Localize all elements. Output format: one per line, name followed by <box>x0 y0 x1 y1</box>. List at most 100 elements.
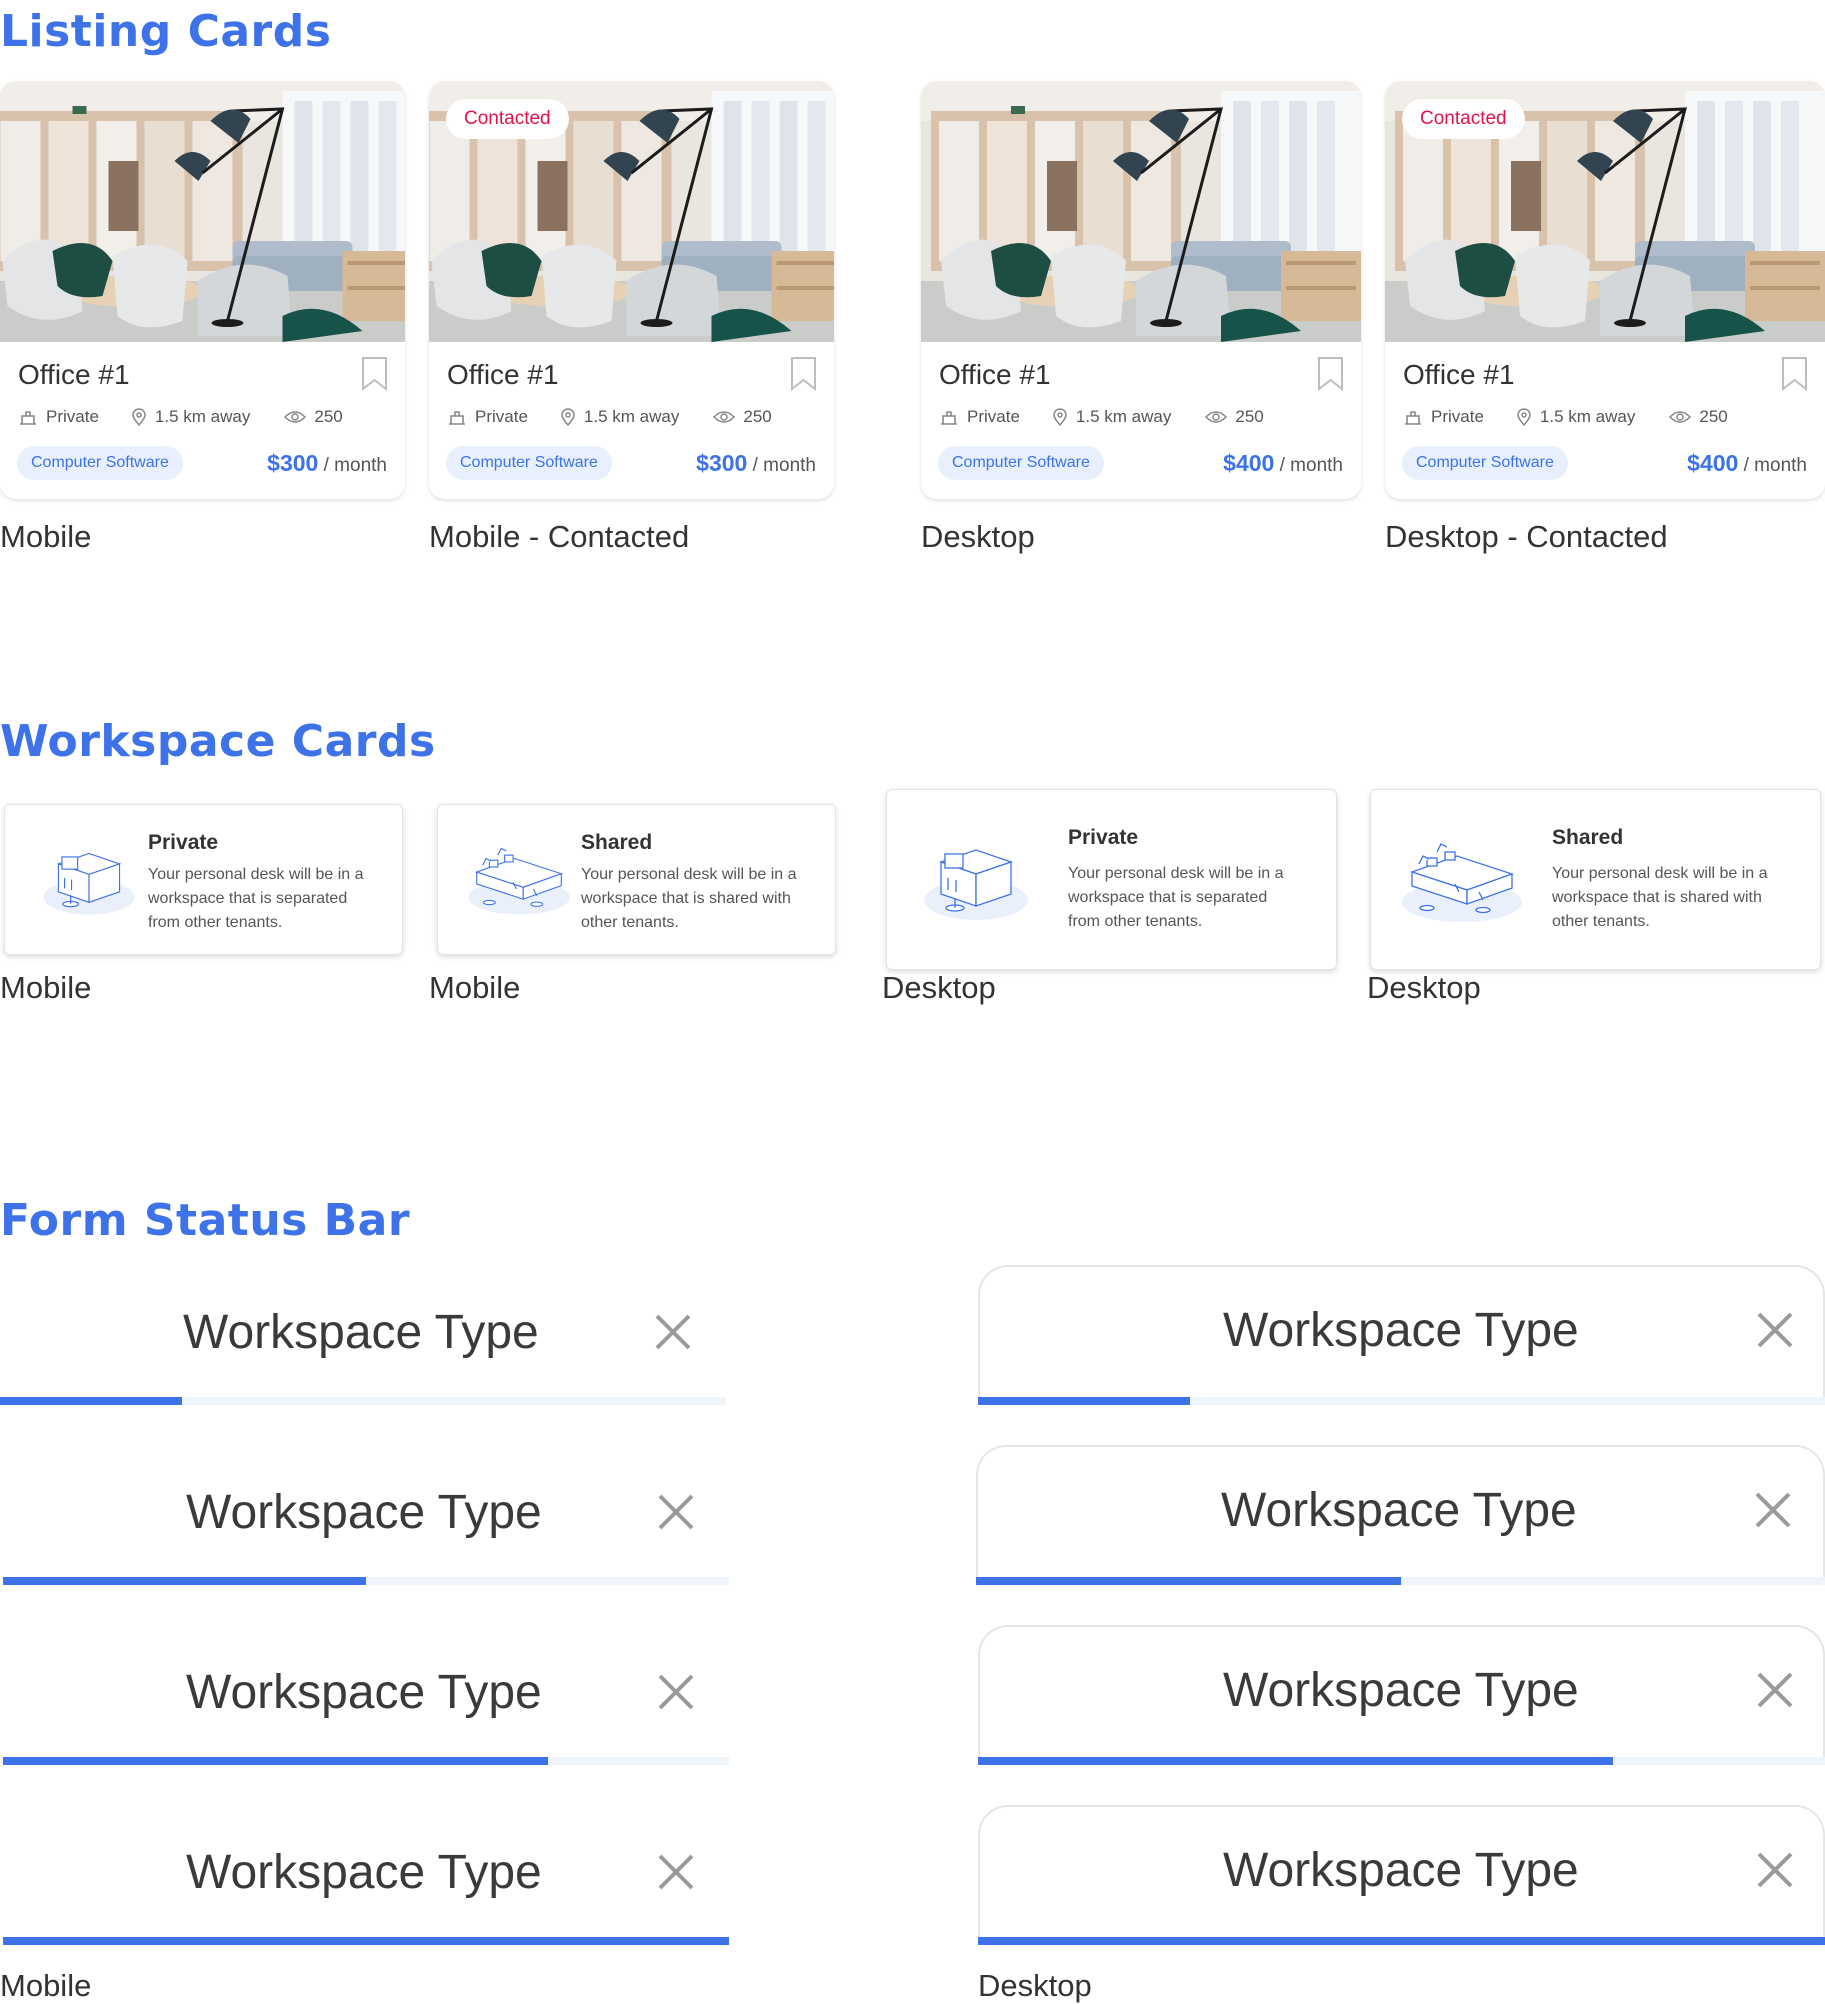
description-line: from other tenants. <box>148 914 283 931</box>
description-line: Your personal desk will be in a <box>581 866 797 883</box>
workspace-title: Shared <box>581 831 653 854</box>
listing-card[interactable]: Contacted Office #1 Private 1.5 km away … <box>429 81 834 499</box>
close-icon[interactable] <box>1756 1311 1794 1349</box>
listing-distance: 1.5 km away <box>1075 407 1172 426</box>
workspace-title: Shared <box>1552 826 1624 849</box>
progress-fill <box>978 1757 1614 1765</box>
location-pin-icon <box>1517 408 1531 426</box>
listing-title: Office #1 <box>1403 359 1515 390</box>
listing-views: 250 <box>1235 407 1264 426</box>
progress-fill <box>3 1577 366 1585</box>
progress-track <box>978 1757 1825 1765</box>
workspace-title: Private <box>148 831 219 854</box>
status-bar-title: Workspace Type <box>1221 1484 1577 1537</box>
bookmark-icon[interactable] <box>361 356 388 392</box>
close-icon[interactable] <box>657 1853 695 1891</box>
building-icon <box>1405 411 1421 425</box>
form-status-bar-heading: Form Status Bar <box>0 1195 411 1246</box>
close-icon[interactable] <box>657 1493 695 1531</box>
shared-desks-illustration-icon <box>464 839 574 917</box>
close-icon[interactable] <box>1756 1671 1794 1709</box>
bookmark-icon[interactable] <box>1781 356 1808 392</box>
listing-card[interactable]: Contacted Office #1 Private 1.5 km away … <box>1385 81 1825 499</box>
listing-views: 250 <box>1699 407 1728 426</box>
listing-meta: Private 1.5 km away 250 <box>1403 407 1728 427</box>
price-amount: $400 <box>1687 450 1739 476</box>
description-line: workspace that is shared with <box>1552 889 1762 906</box>
listing-caption: Mobile <box>0 519 92 554</box>
listing-card[interactable]: Office #1 Private 1.5 km away 250 Comput… <box>921 81 1361 499</box>
listing-type: Private <box>967 407 1020 426</box>
status-bar-title: Workspace Type <box>186 1666 542 1719</box>
progress-fill <box>3 1757 548 1765</box>
listing-card[interactable]: Office #1 Private 1.5 km away 250 Comput… <box>0 81 405 499</box>
status-caption: Mobile <box>0 1968 92 2003</box>
description-line: other tenants. <box>581 914 679 931</box>
office-photo <box>921 81 1361 342</box>
workspace-card-shared[interactable]: Shared Your personal desk will be in a w… <box>437 804 836 955</box>
shared-desks-illustration-icon <box>1397 834 1527 924</box>
office-photo <box>0 81 405 342</box>
status-bar-desktop: Workspace Type <box>978 1805 1825 1945</box>
listing-title: Office #1 <box>939 359 1051 390</box>
category-chip: Computer Software <box>17 446 183 480</box>
progress-fill <box>978 1397 1190 1405</box>
progress-fill <box>978 1937 1825 1945</box>
workspace-card-shared[interactable]: Shared Your personal desk will be in a w… <box>1370 789 1821 970</box>
workspace-title: Private <box>1068 826 1139 849</box>
listing-type: Private <box>1431 407 1484 426</box>
close-icon[interactable] <box>657 1673 695 1711</box>
eye-icon <box>284 411 307 423</box>
listing-cards-heading: Listing Cards <box>0 6 332 57</box>
listing-caption: Mobile - Contacted <box>429 519 690 554</box>
description-line: workspace that is shared with <box>581 890 791 907</box>
listing-title: Office #1 <box>18 359 130 390</box>
listing-price: $300 / month <box>267 450 387 477</box>
eye-icon <box>713 411 736 423</box>
workspace-card-private[interactable]: Private Your personal desk will be in a … <box>4 804 403 955</box>
workspace-caption: Mobile <box>429 970 521 1005</box>
close-icon[interactable] <box>1754 1491 1792 1529</box>
bookmark-icon[interactable] <box>1317 356 1344 392</box>
listing-caption: Desktop <box>921 519 1035 554</box>
close-icon[interactable] <box>1756 1851 1794 1889</box>
location-pin-icon <box>1053 408 1067 426</box>
listing-views: 250 <box>743 407 772 426</box>
location-pin-icon <box>132 408 146 426</box>
description-line: Your personal desk will be in a <box>148 866 364 883</box>
close-icon[interactable] <box>654 1313 692 1351</box>
status-bar-mobile: Workspace Type <box>0 1295 726 1405</box>
workspace-card-private[interactable]: Private Your personal desk will be in a … <box>886 789 1337 970</box>
bookmark-icon[interactable] <box>790 356 817 392</box>
price-period: / month <box>1279 455 1343 476</box>
progress-track <box>978 1937 1825 1945</box>
contacted-badge: Contacted <box>1402 99 1525 139</box>
category-chip: Computer Software <box>446 446 612 480</box>
listing-price: $400 / month <box>1223 450 1343 477</box>
progress-fill <box>3 1937 729 1945</box>
price-amount: $300 <box>696 450 748 476</box>
description-line: from other tenants. <box>1068 913 1203 930</box>
price-period: / month <box>323 455 387 476</box>
category-chip: Computer Software <box>1402 446 1568 480</box>
workspace-description: Your personal desk will be in a workspac… <box>148 863 393 935</box>
building-icon <box>449 411 465 425</box>
workspace-description: Your personal desk will be in a workspac… <box>1552 862 1807 934</box>
progress-track <box>976 1577 1825 1585</box>
workspace-caption: Mobile <box>0 970 92 1005</box>
workspace-caption: Desktop <box>1367 970 1481 1005</box>
progress-track <box>0 1397 726 1405</box>
price-period: / month <box>752 455 816 476</box>
status-bar-mobile: Workspace Type <box>3 1475 729 1585</box>
location-pin-icon <box>561 408 575 426</box>
progress-track <box>3 1577 729 1585</box>
status-bar-desktop: Workspace Type <box>978 1625 1825 1765</box>
listing-views: 250 <box>314 407 343 426</box>
workspace-caption: Desktop <box>882 970 996 1005</box>
status-bar-title: Workspace Type <box>183 1306 539 1359</box>
status-bar-title: Workspace Type <box>1223 1664 1579 1717</box>
status-bar-title: Workspace Type <box>186 1846 542 1899</box>
status-bar-desktop: Workspace Type <box>978 1265 1825 1405</box>
progress-track <box>3 1937 729 1945</box>
status-caption: Desktop <box>978 1968 1092 2003</box>
